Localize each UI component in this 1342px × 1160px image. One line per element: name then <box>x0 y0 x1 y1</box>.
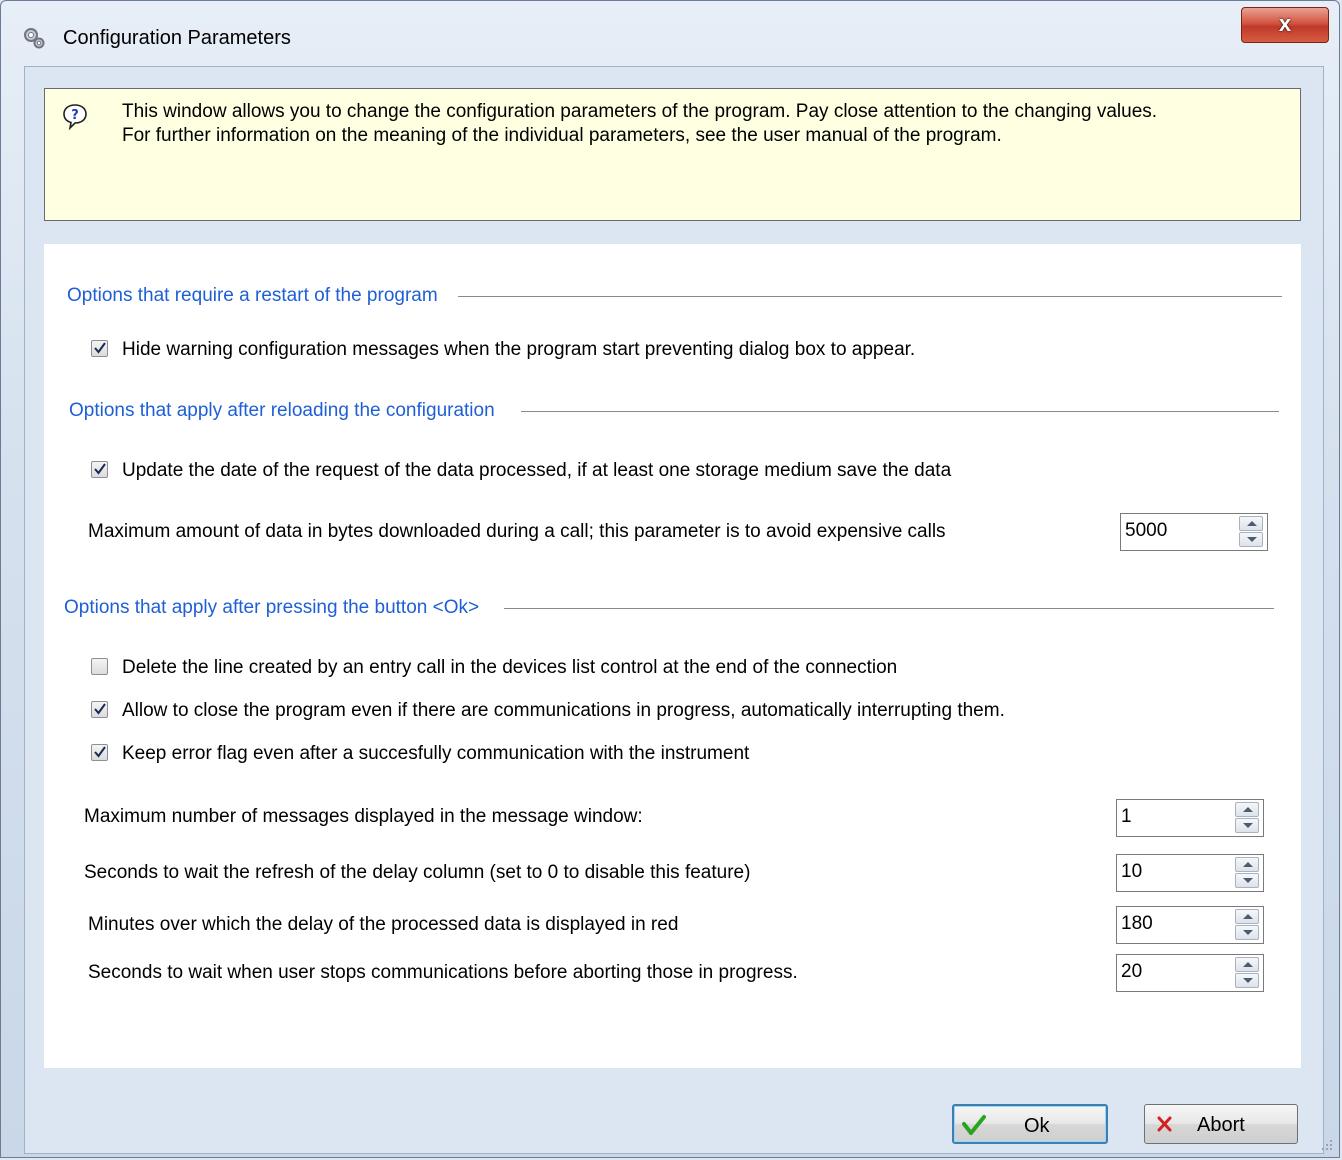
spin-up-button[interactable] <box>1235 909 1259 924</box>
allow-close-checkbox[interactable] <box>91 701 108 718</box>
group-title-ok: Options that apply after pressing the bu… <box>64 597 480 618</box>
abort-wait-label: Seconds to wait when user stops communic… <box>88 962 798 983</box>
arrow-up-icon <box>1243 807 1253 812</box>
close-button[interactable]: x <box>1241 7 1329 43</box>
window-title: Configuration Parameters <box>63 27 291 49</box>
resize-grip-icon[interactable] <box>1318 1136 1334 1152</box>
checkmark-icon <box>94 342 106 354</box>
svg-text:?: ? <box>71 108 79 123</box>
ok-button-label: Ok <box>1024 1115 1050 1137</box>
red-x-icon <box>1157 1116 1172 1132</box>
max-bytes-value[interactable]: 5000 <box>1125 520 1167 542</box>
max-bytes-spinner[interactable]: 5000 <box>1120 513 1268 551</box>
group-separator <box>521 411 1279 412</box>
delay-red-value[interactable]: 180 <box>1121 913 1153 935</box>
hide-warnings-label[interactable]: Hide warning configuration messages when… <box>122 339 915 361</box>
abort-button-label: Abort <box>1197 1114 1245 1136</box>
abort-wait-value[interactable]: 20 <box>1121 961 1142 983</box>
group-separator <box>504 608 1274 609</box>
spin-down-button[interactable] <box>1235 818 1259 833</box>
group-title-reload: Options that apply after reloading the c… <box>69 400 495 421</box>
update-date-label[interactable]: Update the date of the request of the da… <box>122 460 951 482</box>
arrow-down-icon <box>1243 930 1253 935</box>
delay-red-label: Minutes over which the delay of the proc… <box>88 914 679 935</box>
refresh-delay-spinner[interactable]: 10 <box>1116 854 1264 892</box>
keep-error-label[interactable]: Keep error flag even after a succesfully… <box>122 743 749 765</box>
max-bytes-label: Maximum amount of data in bytes download… <box>88 521 946 542</box>
delete-line-checkbox[interactable] <box>91 658 108 675</box>
info-text: This window allows you to change the con… <box>122 101 1158 146</box>
spin-down-button[interactable] <box>1235 873 1259 888</box>
arrow-down-icon <box>1243 978 1253 983</box>
arrow-up-icon <box>1243 914 1253 919</box>
allow-close-label[interactable]: Allow to close the program even if there… <box>122 700 1005 722</box>
checkmark-icon <box>94 463 106 475</box>
group-title-restart: Options that require a restart of the pr… <box>67 285 438 306</box>
arrow-up-icon <box>1243 862 1253 867</box>
spin-down-button[interactable] <box>1239 532 1263 547</box>
help-question-icon: ? <box>63 104 87 130</box>
hide-warnings-checkbox[interactable] <box>91 340 108 357</box>
spin-down-button[interactable] <box>1235 925 1259 940</box>
delay-red-spinner[interactable]: 180 <box>1116 906 1264 944</box>
max-messages-value[interactable]: 1 <box>1121 806 1132 828</box>
arrow-down-icon <box>1247 537 1257 542</box>
title-bar[interactable]: Configuration Parameters x <box>1 1 1339 69</box>
refresh-delay-value[interactable]: 10 <box>1121 861 1142 883</box>
spin-up-button[interactable] <box>1239 516 1263 531</box>
gear-icon <box>24 28 45 49</box>
spin-up-button[interactable] <box>1235 957 1259 972</box>
spin-up-button[interactable] <box>1235 857 1259 872</box>
keep-error-checkbox[interactable] <box>91 744 108 761</box>
arrow-down-icon <box>1243 823 1253 828</box>
update-date-checkbox[interactable] <box>91 461 108 478</box>
abort-wait-spinner[interactable]: 20 <box>1116 954 1264 992</box>
spin-down-button[interactable] <box>1235 973 1259 988</box>
max-messages-label: Maximum number of messages displayed in … <box>84 806 643 827</box>
arrow-up-icon <box>1243 962 1253 967</box>
checkmark-icon <box>94 746 106 758</box>
checkmark-icon <box>94 703 106 715</box>
arrow-down-icon <box>1243 878 1253 883</box>
arrow-up-icon <box>1247 521 1257 526</box>
spin-up-button[interactable] <box>1235 802 1259 817</box>
refresh-delay-label: Seconds to wait the refresh of the delay… <box>84 862 751 883</box>
green-checkmark-icon <box>962 1115 986 1135</box>
options-panel <box>44 244 1301 1068</box>
delete-line-label[interactable]: Delete the line created by an entry call… <box>122 657 897 679</box>
group-separator <box>458 296 1282 297</box>
abort-button[interactable]: Abort <box>1144 1104 1298 1144</box>
max-messages-spinner[interactable]: 1 <box>1116 799 1264 837</box>
ok-button[interactable]: Ok <box>952 1104 1108 1144</box>
